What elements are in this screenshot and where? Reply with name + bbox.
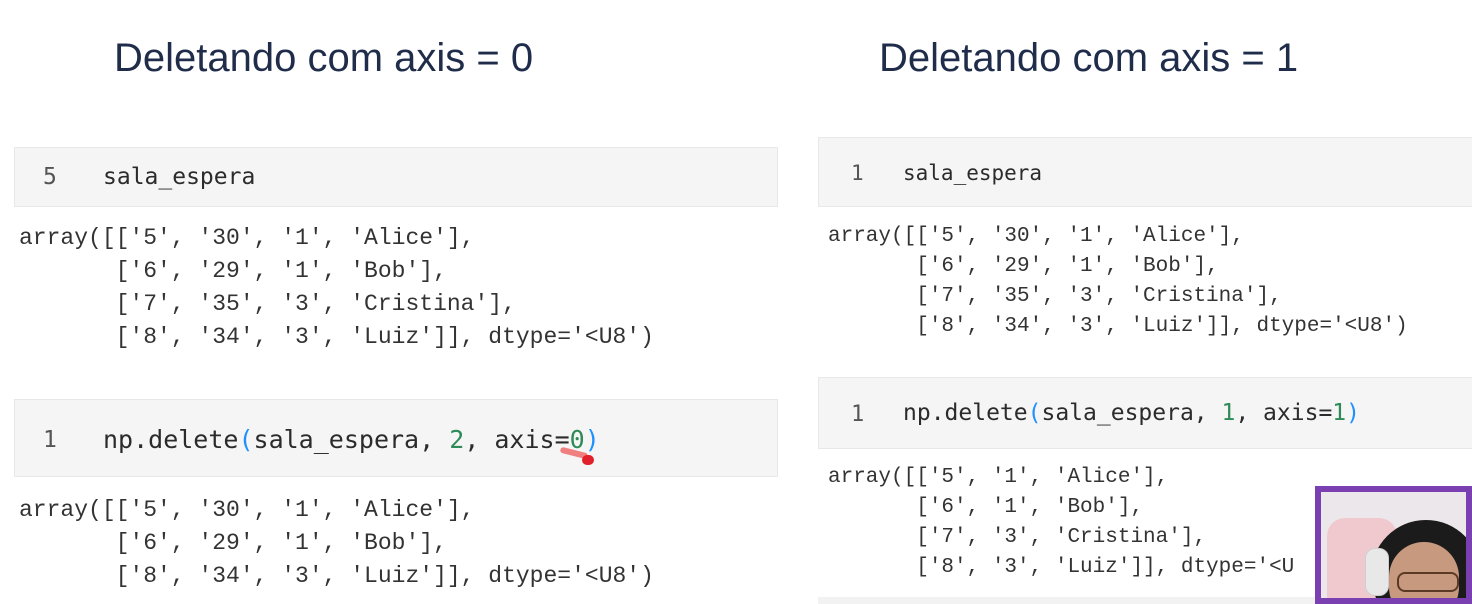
output-line: array([['5', '30', '1', 'Alice'], [19,497,475,523]
slide-title-left: Deletando com axis = 0 [114,36,534,80]
output-array-right-2: array([['5', '1', 'Alice'], ['6', '1', '… [828,463,1294,583]
code-close-paren: ) [584,425,600,454]
code-text[interactable]: sala_espera [103,164,255,190]
output-line: array([['5', '30', '1', 'Alice'], [19,225,475,251]
output-line: ['8', '34', '3', 'Luiz']], dtype='<U8') [19,324,654,350]
code-index-number: 2 [449,425,465,454]
pointer-dot [582,455,594,465]
code-cell-sala-espera-right[interactable]: 1 sala_espera [818,137,1472,207]
code-axis-label: , axis= [1235,400,1333,426]
code-arg: sala_espera, [253,425,450,454]
line-number: 1 [43,427,57,453]
line-number: 1 [851,402,865,427]
code-open-paren: ( [1027,400,1042,426]
output-line: ['8', '3', 'Luiz']], dtype='<U [828,556,1295,579]
code-axis-value: 1 [1332,400,1347,426]
code-cell-sala-espera-left[interactable]: 5 sala_espera [14,147,778,207]
code-function: np.delete [903,400,1028,426]
code-cell-np-delete-axis0[interactable]: 1 np.delete(sala_espera, 2, axis=0) [14,399,778,477]
code-axis-label: , axis= [464,425,570,454]
headset-icon [1365,548,1389,596]
line-number: 1 [851,161,864,185]
code-text[interactable]: sala_espera [903,161,1042,185]
output-line: ['6', '29', '1', 'Bob'], [19,530,447,556]
code-arg: sala_espera, [1041,400,1222,426]
output-line: ['8', '34', '3', 'Luiz']], dtype='<U8') [828,315,1408,338]
output-line: array([['5', '30', '1', 'Alice'], [828,225,1244,248]
line-number: 5 [43,164,57,190]
code-cell-np-delete-axis1[interactable]: 1 np.delete(sala_espera, 1, axis=1) [818,377,1472,449]
code-close-paren: ) [1346,400,1361,426]
output-line: ['6', '29', '1', 'Bob'], [828,255,1219,278]
output-line: ['8', '34', '3', 'Luiz']], dtype='<U8') [19,563,654,589]
code-function: np.delete [103,425,239,454]
output-array-left-1: array([['5', '30', '1', 'Alice'], ['6', … [19,222,654,354]
output-array-left-2: array([['5', '30', '1', 'Alice'], ['6', … [19,494,654,593]
code-index-number: 1 [1221,400,1236,426]
output-line: ['7', '35', '3', 'Cristina'], [19,291,516,317]
code-text[interactable]: np.delete(sala_espera, 1, axis=1) [903,400,1360,426]
output-line: ['7', '3', 'Cristina'], [828,526,1207,549]
code-text[interactable]: np.delete(sala_espera, 2, axis=0) [103,425,600,454]
output-line: ['6', '29', '1', 'Bob'], [19,258,447,284]
glasses-icon [1397,572,1459,592]
output-line: ['6', '1', 'Bob'], [828,496,1144,519]
output-array-right-1: array([['5', '30', '1', 'Alice'], ['6', … [828,222,1408,342]
code-open-paren: ( [238,425,254,454]
slide-title-right: Deletando com axis = 1 [879,36,1299,80]
output-line: ['7', '35', '3', 'Cristina'], [828,285,1282,308]
webcam-overlay [1315,486,1472,604]
output-line: array([['5', '1', 'Alice'], [828,466,1169,489]
